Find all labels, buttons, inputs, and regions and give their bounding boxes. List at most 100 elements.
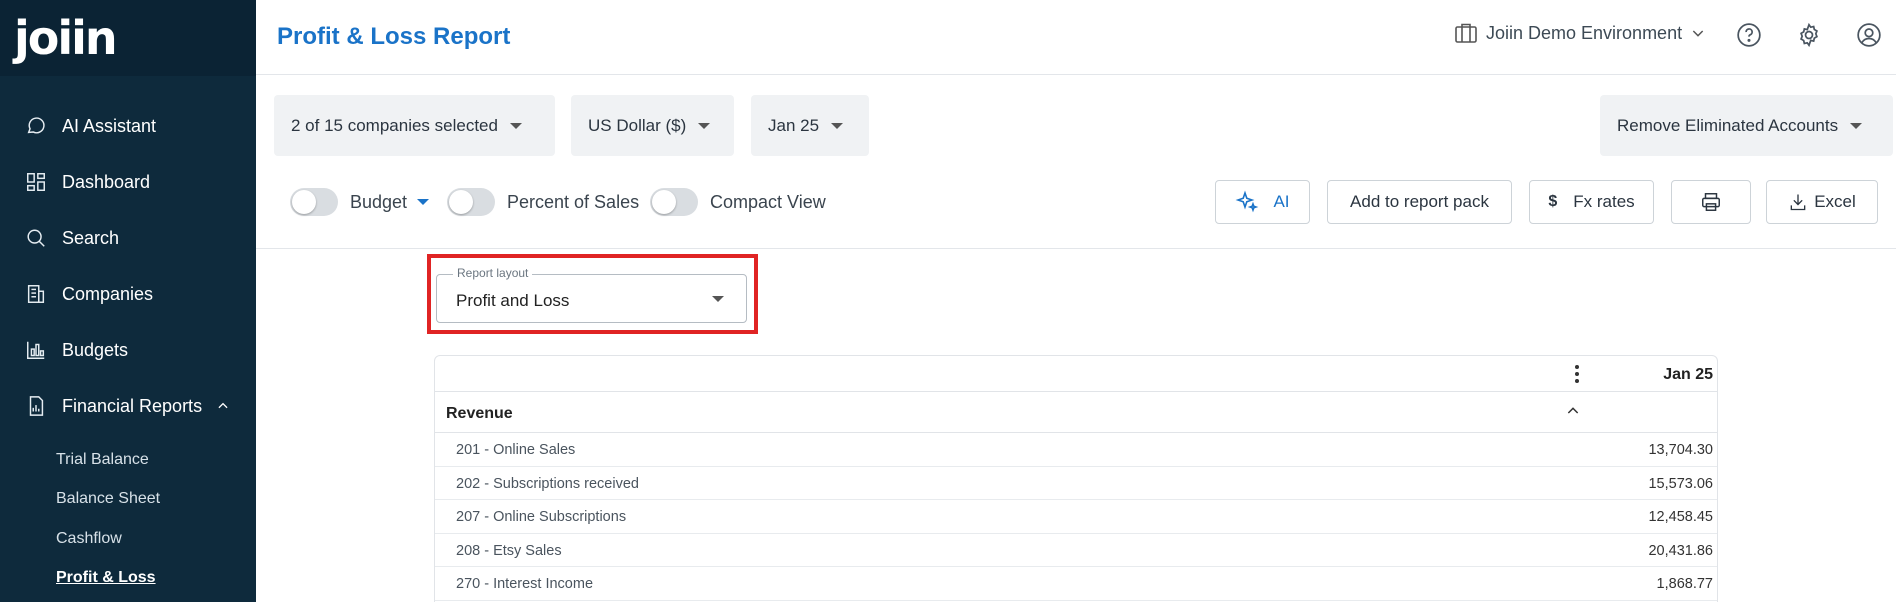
logo-text: joiin (14, 11, 118, 65)
percent-of-sales-switch[interactable] (447, 188, 495, 216)
add-to-report-pack-button[interactable]: Add to report pack (1327, 180, 1512, 224)
excel-label: Excel (1814, 192, 1856, 211)
chat-bubble-icon (24, 114, 48, 138)
ai-button[interactable]: AI (1215, 180, 1310, 224)
caret-down-icon[interactable] (417, 199, 430, 205)
table-row[interactable]: 201 - Online Sales 13,704.30 (435, 433, 1717, 467)
account-value: 12,458.45 (1648, 509, 1713, 525)
sidebar-item-ai-assistant[interactable]: AI Assistant (0, 98, 256, 154)
building-icon (24, 282, 48, 306)
caret-down-icon (712, 296, 724, 302)
settings-button[interactable] (1794, 20, 1824, 50)
add-to-report-pack-label: Add to report pack (1350, 192, 1489, 211)
more-options-icon[interactable] (1569, 365, 1585, 383)
compact-view-switch[interactable] (650, 188, 698, 216)
environment-selector[interactable]: Joiin Demo Environment (1454, 22, 1706, 44)
account-value: 20,431.86 (1648, 542, 1713, 559)
fx-rates-label: Fx rates (1573, 192, 1635, 211)
table-row[interactable]: 202 - Subscriptions received 15,573.06 (435, 467, 1717, 500)
dashboard-grid-icon (24, 170, 48, 194)
user-circle-icon (1857, 23, 1881, 47)
sidebar-item-label: Financial Reports (62, 395, 203, 416)
section-label: Revenue (446, 405, 513, 422)
report-layout-value: Profit and Loss (456, 291, 570, 310)
caret-down-icon (1850, 122, 1863, 129)
percent-sales-toggle-group: Percent of Sales (447, 184, 639, 220)
account-value: 15,573.06 (1648, 475, 1713, 492)
sidebar-subitem-profit-loss[interactable]: Profit & Loss (56, 559, 256, 599)
table-header: Jan 25 (435, 356, 1717, 392)
sidebar-item-label: Budgets (62, 339, 129, 360)
sidebar-item-companies[interactable]: Companies (0, 266, 256, 322)
budget-toggle-group: Budget (290, 184, 430, 220)
financial-reports-submenu: Trial Balance Balance Sheet Cashflow Pro… (0, 434, 256, 598)
sparkle-icon (1236, 190, 1259, 213)
compact-view-label: Compact View (710, 191, 826, 212)
bar-chart-icon (24, 338, 48, 362)
download-icon (1790, 194, 1806, 211)
account-name: 202 - Subscriptions received (456, 475, 639, 492)
report-table: Jan 25 Revenue 201 - Online Sales 13,704… (434, 355, 1718, 602)
chevron-up-icon[interactable] (216, 399, 230, 413)
sidebar-subitem-balance-sheet[interactable]: Balance Sheet (56, 480, 256, 520)
period-filter[interactable]: Jan 25 (751, 95, 869, 156)
sidebar-item-label: AI Assistant (62, 115, 157, 136)
section-row-revenue[interactable]: Revenue (435, 392, 1717, 433)
sidebar-item-label: Companies (62, 283, 154, 304)
sidebar-subitem-trial-balance[interactable]: Trial Balance (56, 440, 256, 480)
sidebar: joiin AI Assistant Dashboard Search Comp… (0, 0, 256, 602)
eliminated-accounts-filter[interactable]: Remove Eliminated Accounts (1600, 95, 1893, 156)
currency-filter-label: US Dollar ($) (588, 115, 687, 135)
column-header-period[interactable]: Jan 25 (1663, 366, 1713, 384)
dollar-icon: $ (1548, 193, 1558, 210)
account-name: 207 - Online Subscriptions (456, 509, 627, 525)
ai-button-label: AI (1273, 192, 1290, 211)
chevron-up-icon[interactable] (1565, 403, 1581, 424)
account-name: 208 - Etsy Sales (456, 542, 562, 559)
period-filter-label: Jan 25 (768, 115, 820, 135)
printer-icon (1702, 193, 1720, 211)
document-report-icon (24, 394, 48, 418)
budget-switch[interactable] (290, 188, 338, 216)
sidebar-subitem-cashflow[interactable]: Cashflow (56, 519, 256, 559)
chevron-down-icon (1692, 30, 1704, 37)
compact-view-toggle-group: Compact View (650, 184, 826, 220)
sidebar-item-label: Search (62, 227, 120, 248)
account-value: 13,704.30 (1648, 442, 1713, 458)
eliminated-accounts-label: Remove Eliminated Accounts (1617, 115, 1839, 135)
page-title: Profit & Loss Report (277, 23, 511, 50)
account-value: 1,868.77 (1656, 576, 1713, 592)
budget-label: Budget (350, 191, 408, 212)
report-layout-legend: Report layout (453, 266, 533, 280)
account-name: 270 - Interest Income (456, 576, 594, 592)
companies-filter-label: 2 of 15 companies selected (291, 115, 498, 135)
help-button[interactable] (1734, 20, 1764, 50)
table-row[interactable]: 207 - Online Subscriptions 12,458.45 (435, 500, 1717, 534)
toolbar-divider (256, 248, 1896, 249)
print-button[interactable] (1671, 180, 1751, 224)
gear-icon (1800, 22, 1818, 48)
sidebar-item-label: Dashboard (62, 171, 151, 192)
companies-filter[interactable]: 2 of 15 companies selected (274, 95, 555, 156)
sidebar-item-search[interactable]: Search (0, 210, 256, 266)
account-name: 201 - Online Sales (456, 442, 576, 458)
currency-filter[interactable]: US Dollar ($) (571, 95, 734, 156)
table-row[interactable]: 270 - Interest Income 1,868.77 (435, 567, 1717, 601)
environment-label: Joiin Demo Environment (1486, 22, 1683, 43)
export-excel-button[interactable]: Excel (1766, 180, 1878, 224)
user-account-button[interactable] (1854, 20, 1884, 50)
sidebar-item-dashboard[interactable]: Dashboard (0, 154, 256, 210)
sidebar-item-budgets[interactable]: Budgets (0, 322, 256, 378)
help-circle-icon (1737, 23, 1761, 47)
percent-of-sales-label: Percent of Sales (507, 191, 640, 212)
caret-down-icon (831, 122, 844, 129)
sidebar-item-financial-reports[interactable]: Financial Reports (0, 378, 256, 434)
sidebar-nav: AI Assistant Dashboard Search Companies … (0, 76, 256, 598)
briefcase-icon (1455, 23, 1477, 43)
caret-down-icon (698, 122, 711, 129)
fx-rates-button[interactable]: $ Fx rates (1529, 180, 1654, 224)
page-header: Profit & Loss Report Joiin Demo Environm… (256, 0, 1896, 75)
table-row[interactable]: 208 - Etsy Sales 20,431.86 (435, 534, 1717, 567)
report-layout-select[interactable]: Report layout Profit and Loss (436, 266, 747, 323)
app-logo[interactable]: joiin (0, 0, 256, 76)
